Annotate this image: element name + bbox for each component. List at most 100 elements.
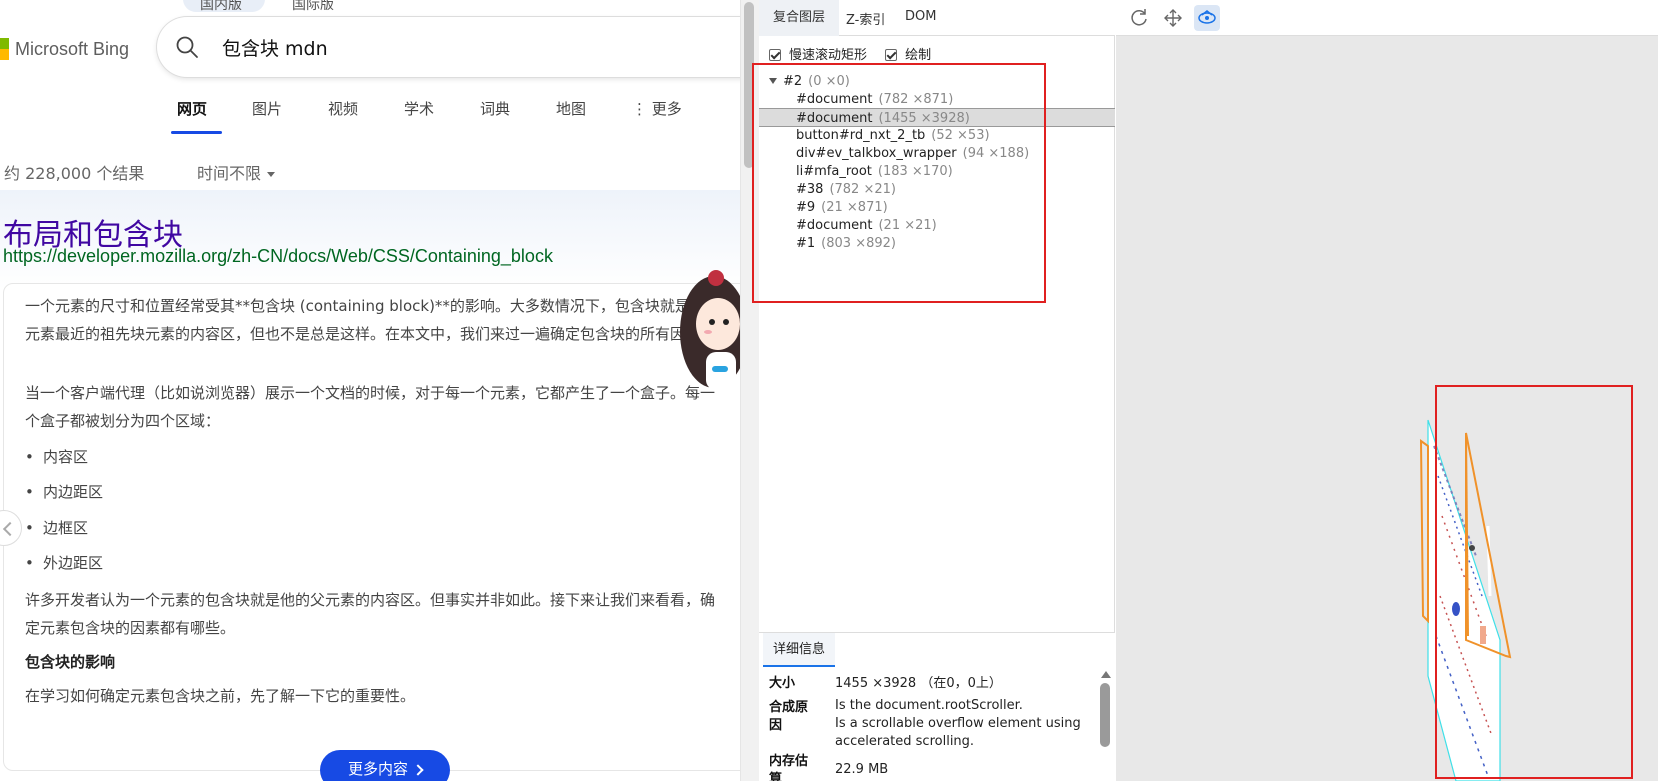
search-box[interactable]: 包含块 mdn	[157, 17, 740, 77]
international-tab[interactable]: 国际版	[292, 0, 334, 14]
layer-outline	[1419, 439, 1429, 624]
size-value: 1455 ×3928 （在0，0上）	[835, 676, 1002, 691]
tab-academic[interactable]: 学术	[404, 98, 434, 119]
tree-row[interactable]: button#rd_nxt_2_tb (52 ×53)	[759, 126, 1115, 145]
tab-maps[interactable]: 地图	[556, 98, 586, 119]
tab-videos[interactable]: 视频	[328, 98, 358, 119]
layer-dims: (0 ×0)	[808, 74, 850, 89]
layer-options: 慢速滚动矩形 绘制	[769, 44, 931, 63]
details-pane: 详细信息 大小 1455 ×3928 （在0，0上） 合成原因 Is the d…	[759, 632, 1115, 781]
layer-dims: (94 ×188)	[962, 146, 1030, 161]
layer-name: #1	[796, 236, 816, 251]
layers-tabbar: 复合图层 Z-索引 DOM	[759, 0, 1115, 36]
result-paragraph-4: 在学习如何确定元素包含块之前，先了解一下它的重要性。	[25, 687, 416, 705]
caret-down-icon	[267, 172, 276, 177]
result-paragraph-3: 许多开发者认为一个元素的包含块就是他的父元素的内容区。但事实并非如此。接下来让我…	[25, 591, 716, 637]
result-paragraph-1: 一个元素的尺寸和位置经常受其**包含块 (containing block)**…	[25, 297, 720, 343]
tab-more[interactable]: ⋮ 更多	[632, 98, 682, 119]
tab-details[interactable]: 详细信息	[763, 633, 836, 667]
layer-dims: (21 ×21)	[878, 218, 937, 233]
tree-row[interactable]: #38 (782 ×21)	[759, 180, 1115, 199]
tree-row-selected[interactable]: #document (1455 ×3928)	[759, 108, 1115, 127]
more-content-button[interactable]: 更多内容	[320, 750, 450, 781]
mascot-character-icon[interactable]	[672, 262, 740, 402]
result-paragraph-2: 当一个客户端代理（比如说浏览器）展示一个文档的时候，对于每一个元素，它都产生了一…	[25, 384, 716, 430]
result-url-link[interactable]: https://developer.mozilla.org/zh-CN/docs…	[3, 246, 553, 267]
layer-dims: (1455 ×3928)	[878, 111, 970, 126]
tab-images[interactable]: 图片	[252, 98, 282, 119]
view-toolbar	[1116, 0, 1658, 36]
checkbox-checked-icon[interactable]	[769, 49, 781, 61]
layer-dims: (21 ×871)	[821, 200, 888, 215]
layer-dims: (52 ×53)	[931, 128, 990, 143]
list-item: 内容区	[25, 446, 88, 467]
tab-dictionary[interactable]: 词典	[480, 98, 510, 119]
search-icon[interactable]	[175, 35, 199, 59]
domestic-tab[interactable]: 国内版	[200, 0, 242, 14]
bing-logo[interactable]: Microsoft Bing	[0, 38, 129, 60]
bing-page: 国内版 国际版 Microsoft Bing 包含块 mdn 网页 图片 视频 …	[0, 0, 740, 781]
tab-composited-layers[interactable]: 复合图层	[759, 0, 840, 36]
tree-row[interactable]: #document (782 ×871)	[759, 90, 1115, 109]
paint-checkbox[interactable]: 绘制	[885, 48, 931, 63]
tree-row[interactable]: #document (21 ×21)	[759, 216, 1115, 235]
tree-row[interactable]: div#ev_talkbox_wrapper (94 ×188)	[759, 144, 1115, 163]
memory-label: 内存估算	[769, 754, 809, 781]
tree-row[interactable]: #9 (21 ×871)	[759, 198, 1115, 217]
expand-triangle-icon[interactable]	[769, 78, 777, 84]
details-scrollbar[interactable]	[1099, 671, 1111, 781]
layer-dims: (782 ×21)	[829, 182, 896, 197]
reason-value-2: Is a scrollable overflow element using a…	[835, 716, 1081, 749]
tree-row[interactable]: #2 (0 ×0)	[759, 72, 1115, 91]
logo-text: Microsoft Bing	[15, 38, 130, 59]
slow-scroll-rects-checkbox[interactable]: 慢速滚动矩形	[769, 48, 867, 63]
checkbox-label: 绘制	[905, 48, 932, 63]
layer-dims: (183 ×170)	[877, 164, 953, 179]
layers-3d-scene[interactable]	[1116, 36, 1658, 781]
layer-name: div#ev_talkbox_wrapper	[796, 146, 957, 161]
pan-icon[interactable]	[1160, 5, 1186, 31]
tab-z-index[interactable]: Z-索引	[846, 9, 885, 28]
reason-label: 合成原因	[769, 700, 809, 733]
tab-web[interactable]: 网页	[177, 98, 207, 119]
layer-name: li#mfa_root	[796, 164, 872, 179]
list-item: 外边距区	[25, 552, 103, 573]
tab-dom[interactable]: DOM	[905, 9, 936, 24]
chevron-right-icon	[412, 764, 424, 776]
layer-name: #document	[796, 111, 873, 126]
list-item: 边框区	[25, 517, 88, 538]
layer-name: #38	[796, 182, 824, 197]
checkbox-checked-icon[interactable]	[885, 49, 898, 61]
layer-name: #document	[796, 218, 873, 233]
list-item: 内边距区	[25, 481, 103, 502]
reason-value-1: Is the document.rootScroller.	[835, 698, 1023, 713]
refresh-icon[interactable]	[1126, 5, 1152, 31]
result-count: 约 228,000 个结果	[4, 164, 145, 183]
layers-3d-view[interactable]	[1116, 0, 1658, 781]
tree-row[interactable]: #1 (803 ×892)	[759, 234, 1115, 253]
layer-name: button#rd_nxt_2_tb	[796, 128, 926, 143]
size-label: 大小	[769, 676, 796, 691]
microsoft-logo-icon	[0, 38, 9, 60]
scroll-up-arrow-icon[interactable]	[1101, 671, 1111, 678]
checkbox-label: 慢速滚动矩形	[789, 48, 868, 63]
memory-value: 22.9 MB	[835, 762, 889, 777]
more-content-label: 更多内容	[347, 760, 408, 778]
page-scrollbar-thumb[interactable]	[744, 2, 754, 168]
active-tab-indicator	[171, 131, 222, 134]
layer-name: #document	[796, 92, 873, 107]
layer-dims: (803 ×892)	[821, 236, 896, 251]
time-filter-label: 时间不限	[197, 164, 262, 183]
details-scrollbar-thumb[interactable]	[1100, 683, 1110, 747]
result-card: 一个元素的尺寸和位置经常受其**包含块 (containing block)**…	[3, 283, 740, 771]
result-subheading: 包含块的影响	[25, 653, 116, 671]
layer-name: #2	[783, 74, 803, 89]
layer-name: #9	[796, 200, 816, 215]
tree-row[interactable]: li#mfa_root (183 ×170)	[759, 162, 1115, 181]
rotate-icon[interactable]	[1194, 5, 1220, 31]
time-filter-dropdown[interactable]: 时间不限	[197, 160, 276, 184]
search-input[interactable]: 包含块 mdn	[222, 34, 328, 61]
layer-dims: (782 ×871)	[878, 92, 954, 107]
layers-panel: 复合图层 Z-索引 DOM 慢速滚动矩形 绘制 #2 (0 ×0) #docume…	[759, 0, 1115, 781]
scrollbar-layer-plane	[1486, 525, 1492, 597]
